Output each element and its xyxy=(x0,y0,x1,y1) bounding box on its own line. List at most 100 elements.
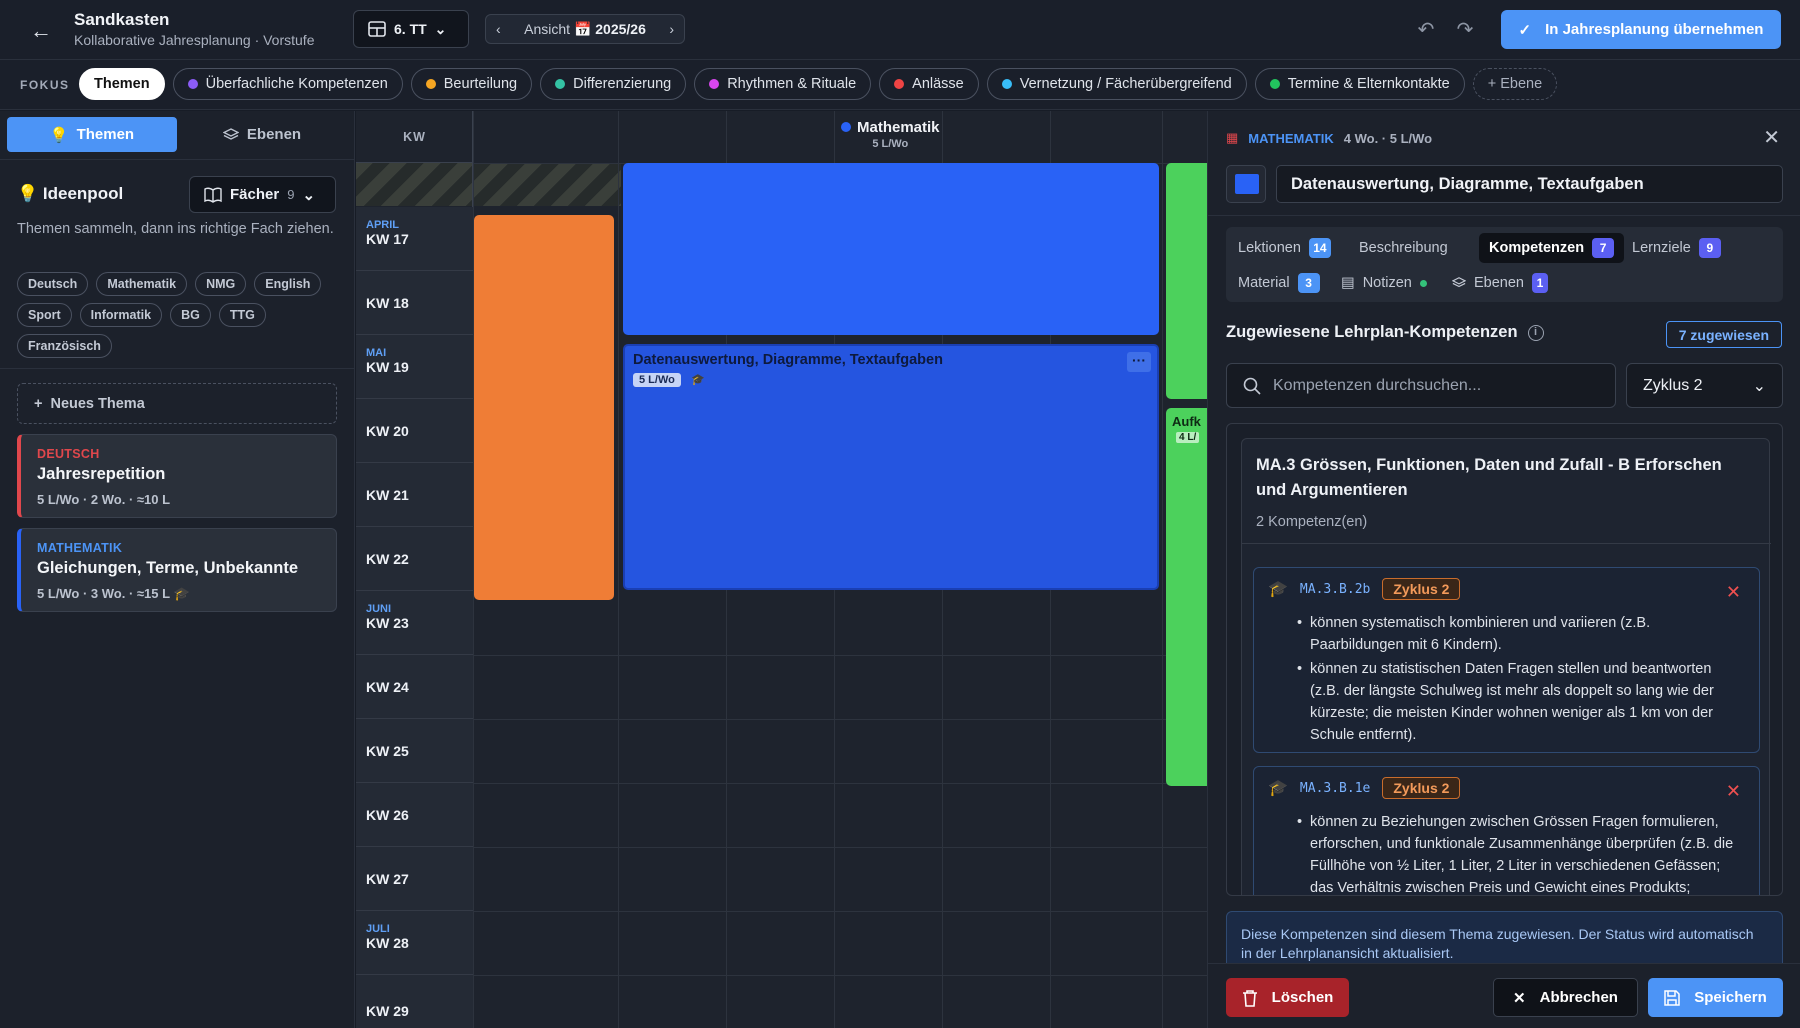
tab-ebenen[interactable]: Ebenen 1 xyxy=(1442,268,1558,298)
lightbulb-icon: 💡 xyxy=(17,184,39,203)
tag-english[interactable]: English xyxy=(254,272,322,296)
theme-block-selected[interactable]: Datenauswertung, Diagramme, Textaufgaben… xyxy=(623,344,1159,590)
month-label: MAI xyxy=(366,347,387,359)
focus-chip-differenzierung[interactable]: Differenzierung xyxy=(540,68,687,100)
tag-bg[interactable]: BG xyxy=(170,303,211,327)
card-title: Jahresrepetition xyxy=(37,465,166,483)
kw-row: JULI KW 28 xyxy=(356,911,473,975)
block-title: Aufk xyxy=(1172,414,1201,429)
kw-label: KW 18 xyxy=(366,295,409,311)
save-button[interactable]: Speichern xyxy=(1648,978,1783,1017)
info-icon[interactable]: i xyxy=(1527,324,1544,341)
theme-block-green[interactable] xyxy=(1166,163,1207,399)
competence-point: können systematisch kombinieren und vari… xyxy=(1297,612,1745,656)
focus-chip-beurteilung[interactable]: Beurteilung xyxy=(410,68,533,100)
focus-chip-themen[interactable]: Themen xyxy=(79,68,165,100)
cycle-select[interactable]: Zyklus 2 ⌄ xyxy=(1626,363,1783,408)
kw-row: KW 24 xyxy=(356,655,473,719)
color-swatch[interactable] xyxy=(1226,165,1266,203)
tab-beschreibung[interactable]: Beschreibung xyxy=(1349,233,1458,263)
kw-column: KW APRIL KW 17 KW 18 MAI KW 19 KW 20 KW 21… xyxy=(356,111,473,1028)
tab-material[interactable]: Material 3 xyxy=(1228,268,1330,298)
focus-chip-vernetzung[interactable]: Vernetzung / Fächerübergreifend xyxy=(986,68,1247,100)
focus-chip-ueberfachlich[interactable]: Überfachliche Kompetenzen xyxy=(172,68,403,100)
assigned-count-badge[interactable]: 7 zugewiesen xyxy=(1665,321,1782,348)
theme-block-green[interactable]: Aufk 4 L/ xyxy=(1166,408,1207,786)
calendar-icon: 📅 xyxy=(573,20,592,37)
cycle-badge: Zyklus 2 xyxy=(1382,777,1461,799)
subject-rate: 5 L/Wo xyxy=(872,138,909,150)
divider xyxy=(0,368,355,369)
tab-label: Material xyxy=(1238,275,1290,291)
kw-label: KW 24 xyxy=(366,679,409,695)
dot-icon xyxy=(425,79,436,89)
delete-button[interactable]: Löschen xyxy=(1226,978,1349,1017)
tag-mathematik[interactable]: Mathematik xyxy=(96,272,188,296)
view-label-group: Ansicht 📅 2025/26 xyxy=(524,21,646,38)
competence-list[interactable]: MA.3 Grössen, Funktionen, Daten und Zufa… xyxy=(1226,423,1783,896)
redo-icon[interactable]: ↷ xyxy=(1451,16,1479,44)
tab-count: 14 xyxy=(1308,238,1331,258)
book-icon xyxy=(204,187,222,203)
cancel-button[interactable]: ✕ Abbrechen xyxy=(1493,978,1638,1017)
remove-icon[interactable]: ✕ xyxy=(1726,582,1741,603)
grid-line xyxy=(1162,111,1163,1028)
undo-icon[interactable]: ↶ xyxy=(1412,16,1440,44)
cancel-label: Abbrechen xyxy=(1539,989,1618,1006)
tag-informatik[interactable]: Informatik xyxy=(79,303,163,327)
tag-deutsch[interactable]: Deutsch xyxy=(17,272,89,296)
kw-row: KW 25 xyxy=(356,719,473,783)
tab-notizen[interactable]: ▤ Notizen xyxy=(1331,268,1437,298)
tab-ebenen[interactable]: Ebenen xyxy=(177,117,347,152)
new-theme-button[interactable]: + Neues Thema xyxy=(17,383,337,424)
focus-label: FOKUS xyxy=(20,78,70,92)
competence-search-input[interactable]: Kompetenzen durchsuchen... xyxy=(1226,363,1616,408)
tag-sport[interactable]: Sport xyxy=(17,303,72,327)
tab-kompetenzen[interactable]: Kompetenzen 7 xyxy=(1479,233,1625,263)
year-grid: KW APRIL KW 17 KW 18 MAI KW 19 KW 20 KW 21… xyxy=(356,111,1207,1028)
kw-label: KW 26 xyxy=(366,807,409,823)
tab-count: 7 xyxy=(1592,238,1615,258)
add-layer-button[interactable]: + Ebene xyxy=(1472,68,1558,100)
class-select[interactable]: 6. TT ⌄ xyxy=(353,10,469,48)
tab-lektionen[interactable]: Lektionen 14 xyxy=(1228,233,1341,263)
focus-chip-label: Anlässe xyxy=(912,76,964,92)
layout-icon xyxy=(368,21,386,37)
section-title: Zugewiesene Lehrplan-Kompetenzen i xyxy=(1226,323,1544,342)
tab-lernziele[interactable]: Lernziele 9 xyxy=(1622,233,1731,263)
cycle-badge: Zyklus 2 xyxy=(1382,578,1461,600)
theme-block-deutsch[interactable] xyxy=(474,215,614,600)
theme-block-math[interactable] xyxy=(623,163,1159,335)
focus-chip-anlaesse[interactable]: Anlässe xyxy=(879,68,979,100)
chevron-left-icon[interactable]: ‹ xyxy=(496,21,501,37)
idea-pool-title: 💡 Ideenpool xyxy=(17,184,123,204)
subjects-button[interactable]: Fächer 9 ⌄ xyxy=(189,176,336,213)
tag-franzoesisch[interactable]: Französisch xyxy=(17,334,112,358)
tab-themen[interactable]: 💡 Themen xyxy=(7,117,177,152)
app-subtitle: Kollaborative Jahresplanung · Vorstufe xyxy=(74,32,315,48)
dot-icon xyxy=(1001,79,1012,89)
more-options-icon[interactable]: ··· xyxy=(1127,352,1151,372)
tag-nmg[interactable]: NMG xyxy=(195,272,247,296)
dot-icon xyxy=(841,122,851,132)
apply-to-yearplan-button[interactable]: ✓ In Jahresplanung übernehmen xyxy=(1501,10,1781,49)
focus-chip-label: Vernetzung / Fächerübergreifend xyxy=(1019,76,1232,92)
subjects-count: 9 xyxy=(287,187,295,202)
theme-title-input[interactable]: Datenauswertung, Diagramme, Textaufgaben xyxy=(1276,165,1783,203)
focus-chip-rhythmen[interactable]: Rhythmen & Rituale xyxy=(694,68,872,100)
idea-pool-description: Themen sammeln, dann ins richtige Fach z… xyxy=(17,221,334,237)
tag-ttg[interactable]: TTG xyxy=(218,303,266,327)
detail-subject: MATHEMATIK xyxy=(1248,130,1334,146)
close-icon[interactable]: ✕ xyxy=(1763,125,1780,150)
focus-chip-label: Themen xyxy=(94,76,150,92)
block-rate-badge: 5 L/Wo xyxy=(633,373,681,387)
back-arrow-icon[interactable]: ← xyxy=(26,16,56,46)
chevron-right-icon[interactable]: › xyxy=(669,21,674,37)
kw-row: KW 18 xyxy=(356,271,473,335)
focus-chip-termine[interactable]: Termine & Elternkontakte xyxy=(1254,68,1465,100)
theme-card[interactable]: MATHEMATIK Gleichungen, Terme, Unbekannt… xyxy=(17,528,337,612)
block-title: Datenauswertung, Diagramme, Textaufgaben xyxy=(633,352,943,368)
kw-label: KW 20 xyxy=(366,423,409,439)
theme-card[interactable]: DEUTSCH Jahresrepetition 5 L/Wo · 2 Wo. … xyxy=(17,434,337,518)
remove-icon[interactable]: ✕ xyxy=(1726,781,1741,802)
